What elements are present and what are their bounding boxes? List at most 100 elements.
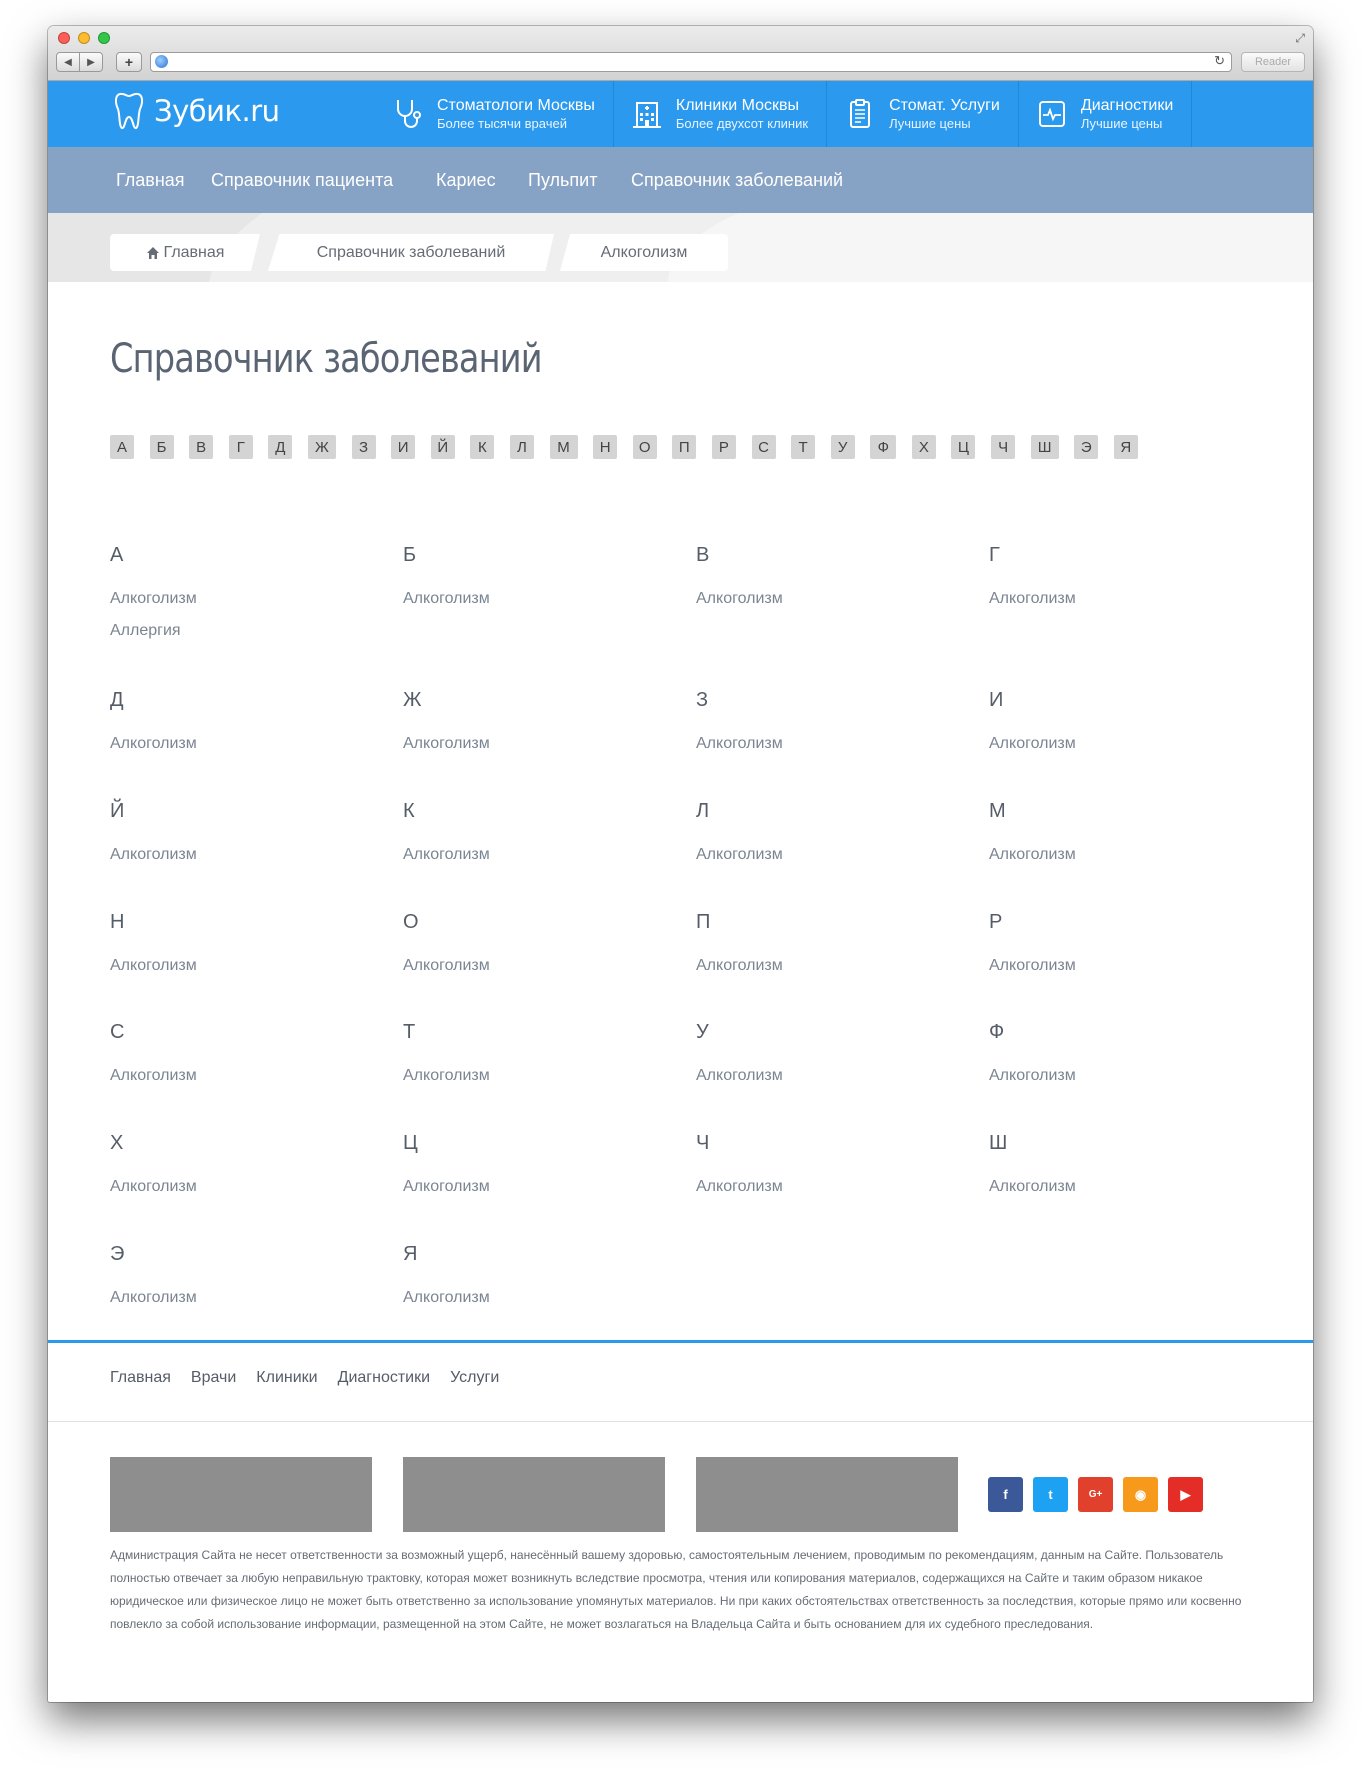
letter-group: Й Алкоголизм bbox=[110, 800, 380, 872]
site-logo[interactable]: Зубик.ru bbox=[114, 91, 280, 131]
address-bar[interactable]: ↻ bbox=[150, 52, 1232, 72]
breadcrumb-home[interactable]: Главная bbox=[110, 234, 260, 271]
letter-button[interactable]: О bbox=[632, 435, 657, 459]
disease-link[interactable]: Алкоголизм bbox=[403, 949, 673, 983]
letter-button[interactable]: Ц bbox=[951, 435, 976, 459]
letter-button[interactable]: Я bbox=[1113, 435, 1138, 459]
subnav-link-diseases[interactable]: Справочник заболеваний bbox=[631, 147, 843, 213]
disease-link[interactable]: Алкоголизм bbox=[110, 582, 380, 616]
disease-link[interactable]: Алкоголизм bbox=[110, 727, 380, 761]
disease-link[interactable]: Алкоголизм bbox=[403, 1170, 673, 1204]
disease-link[interactable]: Алкоголизм bbox=[989, 727, 1259, 761]
disease-link[interactable]: Алкоголизм bbox=[989, 1170, 1259, 1204]
back-button[interactable]: ◀ bbox=[56, 52, 80, 72]
zoom-window-button[interactable] bbox=[98, 32, 110, 44]
footer-link-diagnostics[interactable]: Диагностики bbox=[338, 1369, 430, 1387]
letter-button[interactable]: А bbox=[110, 435, 134, 459]
subnav-link-caries[interactable]: Кариес bbox=[436, 147, 496, 213]
letter-button[interactable]: Й bbox=[430, 435, 455, 459]
breadcrumb-current: Алкоголизм bbox=[560, 234, 728, 271]
header-nav-services[interactable]: Стомат. Услуги Лучшие цены bbox=[826, 81, 1018, 147]
disease-link[interactable]: Алкоголизм bbox=[989, 949, 1259, 983]
letter-button[interactable]: Т bbox=[791, 435, 816, 459]
letter-button[interactable]: Л bbox=[509, 435, 534, 459]
twitter-icon[interactable]: t bbox=[1033, 1477, 1068, 1512]
monitor-icon bbox=[1038, 101, 1065, 127]
letter-button[interactable]: В bbox=[189, 435, 214, 459]
letter-button[interactable]: У bbox=[830, 435, 855, 459]
letter-button[interactable]: З bbox=[351, 435, 376, 459]
header-nav-title: Стоматологи Москвы bbox=[437, 96, 595, 114]
header-nav-dentists[interactable]: Стоматологи Москвы Более тысячи врачей bbox=[375, 81, 613, 147]
letter-group: Н Алкоголизм bbox=[110, 911, 380, 983]
letter-button[interactable]: Г bbox=[228, 435, 253, 459]
disease-link[interactable]: Алкоголизм bbox=[696, 1059, 966, 1093]
fullscreen-icon[interactable]: ⤢ bbox=[1295, 31, 1305, 46]
disease-link[interactable]: Алкоголизм bbox=[403, 1059, 673, 1093]
disease-link[interactable]: Алкоголизм bbox=[110, 838, 380, 872]
letter-button[interactable]: Ш bbox=[1030, 435, 1059, 459]
letter-button[interactable]: И bbox=[391, 435, 416, 459]
disease-link[interactable]: Алкоголизм bbox=[403, 838, 673, 872]
facebook-icon[interactable]: f bbox=[988, 1477, 1023, 1512]
letter-button[interactable]: Ч bbox=[991, 435, 1016, 459]
letter-button[interactable]: Д bbox=[268, 435, 293, 459]
banner-placeholder[interactable] bbox=[110, 1457, 372, 1532]
letter-button[interactable]: П bbox=[672, 435, 697, 459]
rss-icon[interactable]: ◉ bbox=[1123, 1477, 1158, 1512]
letter-button[interactable]: Н bbox=[593, 435, 618, 459]
minimize-window-button[interactable] bbox=[78, 32, 90, 44]
disease-link[interactable]: Алкоголизм bbox=[403, 1281, 673, 1315]
reader-button[interactable]: Reader bbox=[1241, 52, 1305, 72]
header-nav-title: Стомат. Услуги bbox=[889, 96, 1000, 114]
clipboard-icon bbox=[850, 99, 871, 128]
disease-link[interactable]: Алкоголизм bbox=[403, 582, 673, 616]
letter-button[interactable]: Ж bbox=[307, 435, 336, 459]
reload-icon[interactable]: ↻ bbox=[1214, 53, 1225, 69]
banner-placeholder[interactable] bbox=[403, 1457, 665, 1532]
disease-link[interactable]: Алкоголизм bbox=[989, 582, 1259, 616]
close-window-button[interactable] bbox=[58, 32, 70, 44]
banner-placeholder[interactable] bbox=[696, 1457, 958, 1532]
disease-link[interactable]: Алкоголизм bbox=[110, 1281, 380, 1315]
letter-group-heading: Ц bbox=[403, 1132, 418, 1154]
letter-group: К Алкоголизм bbox=[403, 800, 673, 872]
letter-group: М Алкоголизм bbox=[989, 800, 1259, 872]
letter-group-heading: В bbox=[696, 544, 710, 566]
disease-link[interactable]: Алкоголизм bbox=[989, 1059, 1259, 1093]
letter-button[interactable]: М bbox=[549, 435, 578, 459]
forward-button[interactable]: ▶ bbox=[80, 52, 103, 72]
new-tab-button[interactable]: + bbox=[116, 52, 142, 72]
disease-link[interactable]: Алкоголизм bbox=[989, 838, 1259, 872]
breadcrumb-diseases[interactable]: Справочник заболеваний bbox=[268, 234, 554, 271]
subnav-link-patient-guide[interactable]: Справочник пациента bbox=[211, 147, 393, 213]
footer-link-doctors[interactable]: Врачи bbox=[191, 1369, 236, 1387]
letter-button[interactable]: Б bbox=[149, 435, 174, 459]
disease-link[interactable]: Алкоголизм bbox=[696, 1170, 966, 1204]
footer-link-home[interactable]: Главная bbox=[110, 1369, 171, 1387]
google-plus-icon[interactable]: G+ bbox=[1078, 1477, 1113, 1512]
letter-button[interactable]: К bbox=[470, 435, 495, 459]
subnav-link-home[interactable]: Главная bbox=[116, 147, 185, 213]
disease-link[interactable]: Алкоголизм bbox=[696, 838, 966, 872]
letter-group: А Алкоголизм Аллергия bbox=[110, 544, 380, 648]
disease-link[interactable]: Алкоголизм bbox=[696, 582, 966, 616]
disease-link[interactable]: Аллергия bbox=[110, 614, 380, 648]
header-nav-diagnostics[interactable]: Диагностики Лучшие цены bbox=[1017, 81, 1193, 147]
disease-link[interactable]: Алкоголизм bbox=[110, 949, 380, 983]
youtube-icon[interactable]: ▶ bbox=[1168, 1477, 1203, 1512]
disease-link[interactable]: Алкоголизм bbox=[403, 727, 673, 761]
footer-link-services[interactable]: Услуги bbox=[450, 1369, 499, 1387]
disease-link[interactable]: Алкоголизм bbox=[110, 1059, 380, 1093]
disease-link[interactable]: Алкоголизм bbox=[696, 949, 966, 983]
header-nav-clinics[interactable]: Клиники Москвы Более двухсот клиник bbox=[612, 81, 826, 147]
letter-button[interactable]: Ф bbox=[870, 435, 897, 459]
letter-button[interactable]: С bbox=[751, 435, 776, 459]
letter-button[interactable]: Э bbox=[1074, 435, 1099, 459]
letter-button[interactable]: Х bbox=[911, 435, 936, 459]
subnav-link-pulpitis[interactable]: Пульпит bbox=[528, 147, 597, 213]
footer-link-clinics[interactable]: Клиники bbox=[256, 1369, 317, 1387]
disease-link[interactable]: Алкоголизм bbox=[110, 1170, 380, 1204]
disease-link[interactable]: Алкоголизм bbox=[696, 727, 966, 761]
letter-button[interactable]: Р bbox=[711, 435, 736, 459]
